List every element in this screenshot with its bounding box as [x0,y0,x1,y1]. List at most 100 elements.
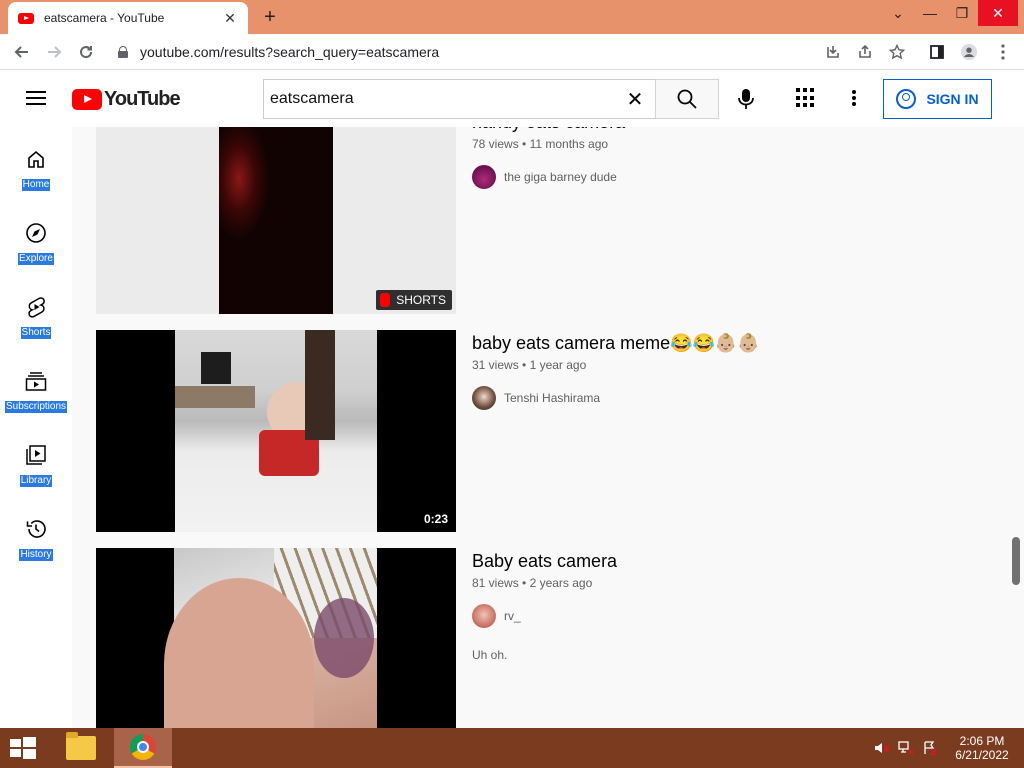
system-clock[interactable]: 2:06 PM 6/21/2022 [944,734,1020,762]
compass-icon [24,221,48,245]
youtube-logo[interactable]: YouTube [72,88,181,111]
tab-title: eatscamera - YouTube [44,11,165,25]
profile-icon[interactable] [960,43,978,61]
bookmark-star-icon[interactable] [888,43,906,61]
youtube-logo-text: YouTube [104,88,181,110]
home-icon [24,147,48,171]
close-window-button[interactable]: ✕ [978,0,1018,26]
sign-in-button[interactable]: SIGN IN [883,79,992,119]
video-thumbnail[interactable] [96,548,456,728]
channel-name[interactable]: the giga barney dude [504,170,617,184]
guide-label-history: History [19,549,53,561]
install-icon[interactable] [824,43,842,61]
youtube-favicon-icon [18,12,34,24]
channel-name[interactable]: rv_ [504,609,521,623]
video-metadata: 31 views • 1 year ago [472,358,587,372]
guide-item-library[interactable]: Library [0,423,72,497]
youtube-play-icon [72,89,102,110]
channel-name[interactable]: Tenshi Hashirama [504,391,600,405]
restore-button[interactable]: ❐ [946,0,978,26]
search-button[interactable] [655,79,719,119]
windows-taskbar: 2:06 PM 6/21/2022 [0,728,1024,768]
shorts-badge-icon [380,293,391,307]
published-time: 11 months ago [529,137,609,151]
channel-info[interactable]: the giga barney dude [472,165,992,189]
guide-item-explore[interactable]: Explore [0,201,72,275]
guide-label-shorts: Shorts [20,327,52,339]
view-count: 31 views [472,358,519,372]
chrome-taskbar-button[interactable] [114,728,172,768]
microphone-icon [738,89,754,109]
video-info: Baby eats camera 81 views • 2 years ago … [472,548,992,662]
url-text: youtube.com/results?search_query=eatscam… [140,44,440,60]
library-icon [24,443,48,467]
guide-item-subscriptions[interactable]: Subscriptions [0,349,72,423]
thumbnail-image [164,548,377,728]
guide-item-home[interactable]: Home [0,127,72,201]
folder-icon [66,732,96,760]
sign-in-label: SIGN IN [926,91,979,107]
search-icon [677,89,697,109]
apps-grid-icon[interactable] [796,88,816,108]
settings-more-icon[interactable] [846,88,862,108]
video-result: Baby eats camera 81 views • 2 years ago … [96,548,996,728]
guide-item-history[interactable]: History [0,497,72,571]
search-query-text: eatscamera [270,90,354,107]
video-thumbnail[interactable]: 0:23 [96,330,456,532]
notification-icon[interactable] [922,740,938,756]
chrome-icon [130,734,156,760]
youtube-masthead: YouTube eatscamera ✕ SIGN IN [0,70,1024,127]
clear-search-icon[interactable]: ✕ [615,80,655,118]
new-tab-button[interactable]: + [260,6,280,29]
lock-icon [118,46,128,58]
history-icon [24,517,48,541]
back-button[interactable] [12,42,32,62]
address-bar[interactable]: youtube.com/results?search_query=eatscam… [108,38,924,66]
guide-menu-icon[interactable] [26,91,46,105]
browser-toolbar: youtube.com/results?search_query=eatscam… [0,34,1024,70]
video-result: 0:23 baby eats camera meme😂😂👶🏼👶🏼 31 view… [96,330,996,532]
volume-muted-icon[interactable] [874,740,890,756]
video-thumbnail[interactable]: SHORTS [96,127,456,314]
arrow-right-icon [48,46,62,58]
forward-button[interactable] [44,42,64,62]
voice-search-button[interactable] [734,87,758,111]
reload-button[interactable] [76,42,96,62]
network-icon[interactable] [898,740,914,756]
channel-avatar[interactable] [472,165,496,189]
clock-time: 2:06 PM [959,734,1005,748]
windows-start-icon[interactable] [10,737,36,759]
guide-label-home: Home [21,179,51,191]
tab-search-icon[interactable]: ⌄ [882,0,914,26]
subscriptions-icon [24,369,48,393]
guide-sidebar: Home Explore Shorts Subscriptions Librar… [0,127,72,728]
chrome-menu-icon[interactable] [994,43,1012,61]
arrow-left-icon [14,46,28,58]
channel-avatar[interactable] [472,604,496,628]
tab-close-icon[interactable]: ✕ [222,10,238,27]
browser-tab[interactable]: eatscamera - YouTube ✕ [8,2,248,34]
published-time: 2 years ago [529,576,593,590]
video-info: baby eats camera meme😂😂👶🏼👶🏼 31 views • 1… [472,330,992,410]
video-metadata: 78 views • 11 months ago [472,137,609,151]
channel-avatar[interactable] [472,386,496,410]
file-explorer-button[interactable] [52,728,110,768]
published-time: 1 year ago [529,358,587,372]
minimize-button[interactable]: — [914,0,946,26]
video-title[interactable]: baby eats camera meme😂😂👶🏼👶🏼 [472,330,992,356]
share-icon[interactable] [856,43,874,61]
guide-label-library: Library [19,475,53,487]
view-count: 81 views [472,576,519,590]
reload-icon [80,46,93,59]
page-scrollbar[interactable] [1012,537,1020,585]
channel-info[interactable]: Tenshi Hashirama [472,386,992,410]
view-count: 78 views [472,137,519,151]
clock-date: 6/21/2022 [955,748,1009,762]
video-title[interactable]: Baby eats camera [472,548,992,574]
search-input[interactable]: eatscamera ✕ [263,79,656,119]
guide-label-subscriptions: Subscriptions [4,401,68,413]
channel-info[interactable]: rv_ [472,604,992,628]
account-circle-icon [896,89,917,109]
side-panel-icon[interactable] [928,43,946,61]
guide-item-shorts[interactable]: Shorts [0,275,72,349]
